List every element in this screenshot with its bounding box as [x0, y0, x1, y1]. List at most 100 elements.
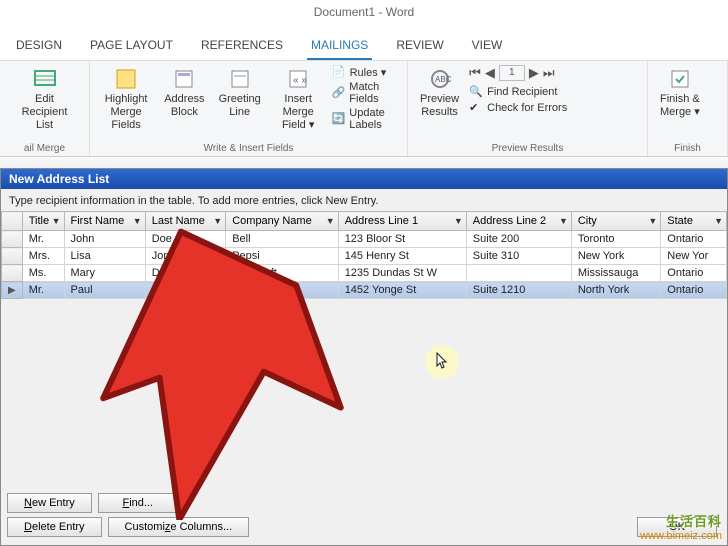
preview-results-button[interactable]: ABC Preview Results: [416, 65, 463, 121]
cell[interactable]: Mrs.: [22, 248, 64, 265]
cell[interactable]: Doe: [145, 231, 226, 248]
table-row[interactable]: Mr.JohnDoeBell123 Bloor StSuite 200Toron…: [2, 231, 727, 248]
match-fields-label: Match Fields: [349, 81, 399, 105]
address-icon: [172, 67, 196, 91]
cell[interactable]: Suite 310: [466, 248, 571, 265]
watermark-text: 生活百科: [640, 511, 722, 530]
column-header[interactable]: Company Name▼: [226, 212, 338, 231]
finish-icon: [668, 67, 692, 91]
insert-merge-icon: « »: [286, 67, 310, 91]
cell[interactable]: 1452 Yonge St: [338, 282, 466, 299]
cell[interactable]: Apple: [226, 282, 338, 299]
last-record-icon[interactable]: ⏭: [543, 65, 555, 81]
column-header[interactable]: Address Line 2▼: [466, 212, 571, 231]
column-header[interactable]: State▼: [661, 212, 727, 231]
cell[interactable]: Suite 200: [466, 231, 571, 248]
check-errors-button[interactable]: ✔Check for Errors: [469, 101, 567, 115]
cell[interactable]: [466, 265, 571, 282]
dialog-title: New Address List: [1, 169, 727, 189]
finish-group-label: Finish: [656, 141, 719, 154]
cell[interactable]: Lisa: [64, 248, 145, 265]
rules-button[interactable]: 📄Rules ▾: [332, 65, 399, 79]
tab-page-layout[interactable]: PAGE LAYOUT: [86, 32, 177, 60]
dropdown-icon[interactable]: ▼: [133, 216, 142, 226]
column-header[interactable]: Last Name▼: [145, 212, 226, 231]
dropdown-icon[interactable]: ▼: [714, 216, 723, 226]
edit-recipient-list-button[interactable]: Edit Recipient List: [8, 65, 81, 135]
cell[interactable]: Ontario: [661, 265, 727, 282]
column-header[interactable]: City▼: [571, 212, 660, 231]
insert-merge-label: Insert Merge Field ▾: [275, 93, 322, 133]
dropdown-icon[interactable]: ▼: [213, 216, 222, 226]
column-header[interactable]: Address Line 1▼: [338, 212, 466, 231]
cell[interactable]: John: [64, 231, 145, 248]
next-record-icon[interactable]: ▶: [529, 65, 539, 81]
cell[interactable]: Mississauga: [571, 265, 660, 282]
rules-label: Rules ▾: [350, 66, 387, 79]
cell[interactable]: New York: [571, 248, 660, 265]
svg-text:ABC: ABC: [435, 75, 452, 84]
dropdown-icon[interactable]: ▼: [559, 216, 568, 226]
cell[interactable]: Jones: [145, 248, 226, 265]
cell[interactable]: Mr.: [22, 282, 64, 299]
column-header[interactable]: First Name▼: [64, 212, 145, 231]
cell[interactable]: Roche: [145, 282, 226, 299]
first-record-icon[interactable]: ⏮: [469, 65, 481, 81]
tab-view[interactable]: VIEW: [468, 32, 507, 60]
highlight-merge-fields-button[interactable]: Highlight Merge Fields: [98, 65, 154, 135]
column-header[interactable]: Title▼: [22, 212, 64, 231]
cell[interactable]: 123 Bloor St: [338, 231, 466, 248]
table-row[interactable]: ▶Mr.PaulRocheApple1452 Yonge StSuite 121…: [2, 282, 727, 299]
cell[interactable]: Mary: [64, 265, 145, 282]
record-nav[interactable]: ⏮ ◀ 1 ▶ ⏭: [469, 65, 567, 81]
update-labels-button[interactable]: 🔄Update Labels: [332, 107, 399, 131]
row-selector[interactable]: [2, 231, 23, 248]
cell[interactable]: Bell: [226, 231, 338, 248]
table-row[interactable]: Mrs.LisaJonesPepsi145 Henry StSuite 310N…: [2, 248, 727, 265]
tab-review[interactable]: REVIEW: [392, 32, 447, 60]
dropdown-icon[interactable]: ▼: [648, 216, 657, 226]
prev-record-icon[interactable]: ◀: [485, 65, 495, 81]
new-entry-button[interactable]: NNew Entryew Entry: [7, 493, 92, 513]
find-button[interactable]: Find...: [98, 493, 178, 513]
cell[interactable]: Microsoft: [226, 265, 338, 282]
cell[interactable]: Paul: [64, 282, 145, 299]
dropdown-icon[interactable]: ▼: [326, 216, 335, 226]
record-number[interactable]: 1: [499, 65, 525, 81]
insert-merge-field-button[interactable]: « » Insert Merge Field ▾: [271, 65, 326, 135]
greeting-icon: [228, 67, 252, 91]
cell[interactable]: Mr.: [22, 231, 64, 248]
address-grid[interactable]: Title▼First Name▼Last Name▼Company Name▼…: [1, 211, 727, 299]
match-fields-button[interactable]: 🔗Match Fields: [332, 81, 399, 105]
preview-label: Preview Results: [420, 93, 459, 119]
dropdown-icon[interactable]: ▼: [454, 216, 463, 226]
row-selector[interactable]: ▶: [2, 282, 23, 299]
finish-merge-button[interactable]: Finish & Merge ▾: [656, 65, 704, 121]
cell[interactable]: Suite 1210: [466, 282, 571, 299]
cell[interactable]: Ontario: [661, 231, 727, 248]
cell[interactable]: Pepsi: [226, 248, 338, 265]
tab-design[interactable]: DESIGN: [12, 32, 66, 60]
tab-references[interactable]: REFERENCES: [197, 32, 287, 60]
cursor-highlight: [425, 345, 459, 379]
cell[interactable]: Dunn: [145, 265, 226, 282]
cell[interactable]: 145 Henry St: [338, 248, 466, 265]
cell[interactable]: North York: [571, 282, 660, 299]
customize-columns-button[interactable]: Customize Columns...: [108, 517, 250, 537]
cell[interactable]: Toronto: [571, 231, 660, 248]
cell[interactable]: 1235 Dundas St W: [338, 265, 466, 282]
delete-entry-button[interactable]: Delete Entry: [7, 517, 102, 537]
dropdown-icon[interactable]: ▼: [52, 216, 61, 226]
tab-mailings[interactable]: MAILINGS: [307, 32, 372, 60]
cell[interactable]: Ms.: [22, 265, 64, 282]
row-selector[interactable]: [2, 248, 23, 265]
find-recipient-button[interactable]: 🔍Find Recipient: [469, 85, 567, 99]
cell[interactable]: New Yor: [661, 248, 727, 265]
svg-text:« »: « »: [293, 75, 307, 86]
address-block-button[interactable]: Address Block: [160, 65, 208, 121]
greeting-line-button[interactable]: Greeting Line: [215, 65, 265, 121]
cell[interactable]: Ontario: [661, 282, 727, 299]
table-row[interactable]: Ms.MaryDunnMicrosoft1235 Dundas St W Miss…: [2, 265, 727, 282]
row-selector[interactable]: [2, 265, 23, 282]
new-address-list-dialog: New Address List Type recipient informat…: [0, 168, 728, 546]
